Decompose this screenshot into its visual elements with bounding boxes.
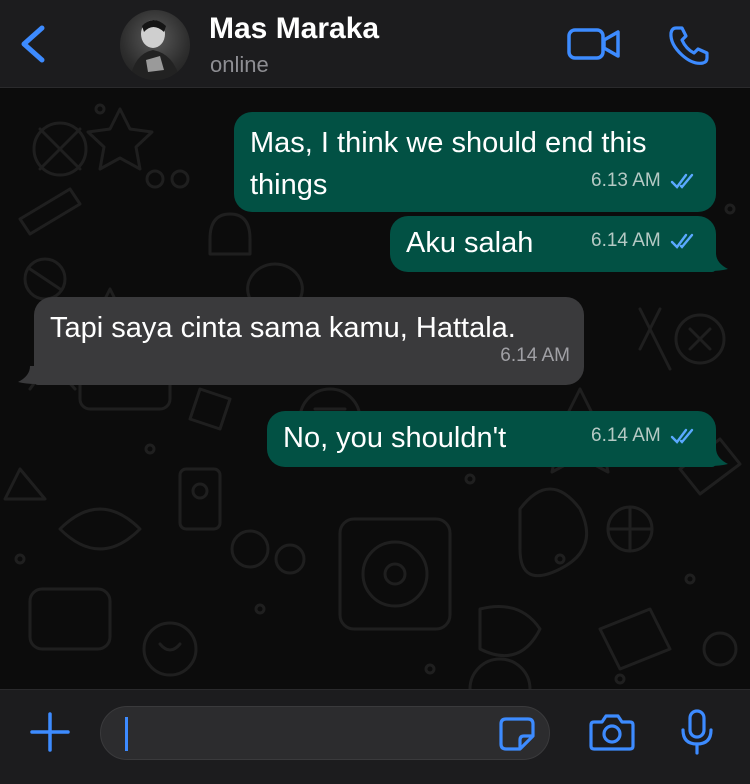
chat-area[interactable]: Mas, I think we should end this things 6… xyxy=(0,89,750,689)
message-bubble-outgoing[interactable]: No, you shouldn't 6.14 AM xyxy=(267,411,716,467)
back-chevron-icon[interactable] xyxy=(12,20,52,68)
contact-status: online xyxy=(210,52,269,77)
contact-name[interactable]: Mas Maraka xyxy=(209,12,379,46)
message-time: 6.14 AM xyxy=(591,230,661,251)
bubble-tail xyxy=(710,448,728,466)
camera-icon[interactable] xyxy=(588,712,636,752)
read-receipt-icon xyxy=(670,428,694,444)
message-time: 6.14 AM xyxy=(500,345,570,366)
plus-icon[interactable] xyxy=(28,710,72,754)
message-bubble-outgoing[interactable]: Aku salah 6.14 AM xyxy=(390,216,716,272)
message-time: 6.13 AM xyxy=(591,170,661,191)
bubble-tail xyxy=(18,366,36,384)
message-input[interactable] xyxy=(100,706,550,760)
contact-avatar[interactable] xyxy=(120,10,190,80)
text-caret xyxy=(125,717,128,751)
video-camera-icon[interactable] xyxy=(566,24,622,64)
message-bubble-outgoing[interactable]: Mas, I think we should end this things 6… xyxy=(234,112,716,212)
microphone-icon[interactable] xyxy=(678,708,716,756)
bubble-tail xyxy=(710,253,728,271)
message-bubble-incoming[interactable]: Tapi saya cinta sama kamu, Hattala. 6.14… xyxy=(34,297,584,385)
message-time: 6.14 AM xyxy=(591,425,661,446)
phone-icon[interactable] xyxy=(666,22,712,68)
read-receipt-icon xyxy=(670,173,694,189)
sticker-icon[interactable] xyxy=(498,716,536,752)
message-text: Tapi saya cinta sama kamu, Hattala. xyxy=(50,312,516,344)
chat-header: Mas Maraka online xyxy=(0,0,750,88)
read-receipt-icon xyxy=(670,233,694,249)
